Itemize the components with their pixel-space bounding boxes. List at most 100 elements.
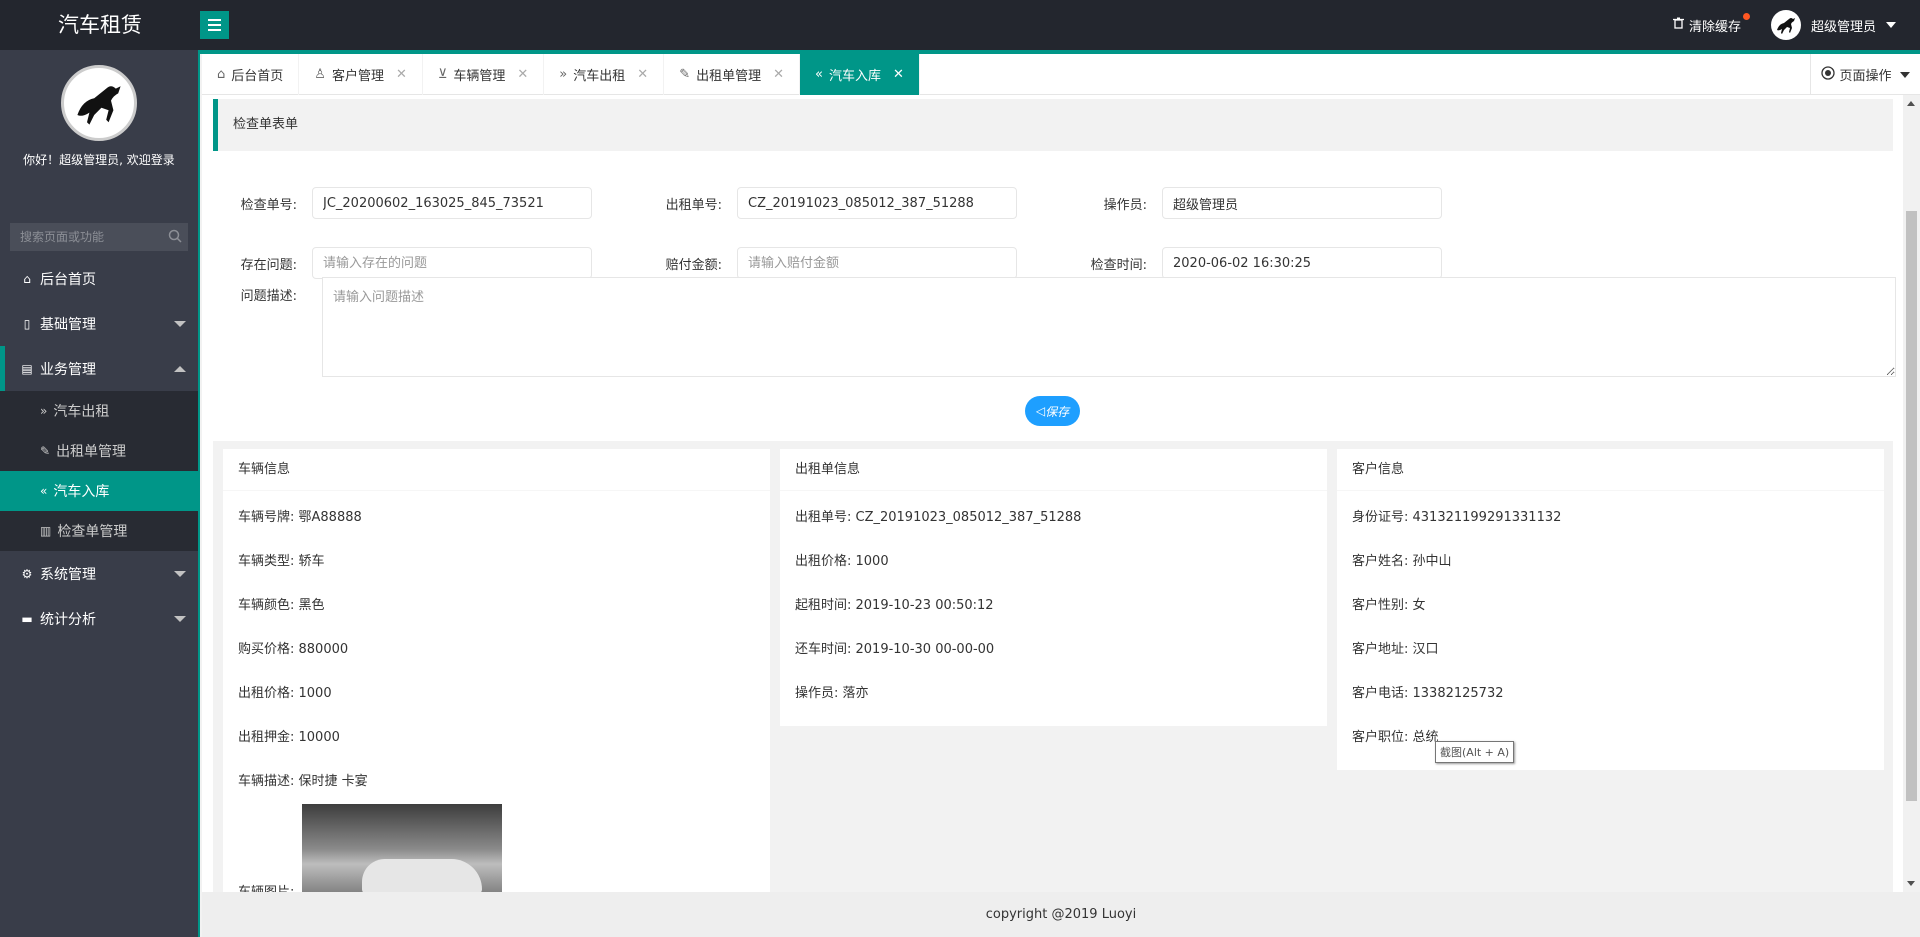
chevron-down-icon	[1886, 22, 1896, 28]
double-right-icon: »	[559, 67, 568, 82]
form-row-2: 存在问题: 赔付金额: 检查时间:	[202, 247, 1442, 279]
page-operations-button[interactable]: 页面操作	[1810, 54, 1920, 95]
search-icon[interactable]	[168, 229, 182, 247]
operator-field[interactable]	[1162, 187, 1442, 219]
welcome-text: 你好！超级管理员, 欢迎登录	[23, 153, 175, 167]
close-icon[interactable]: ✕	[396, 67, 407, 82]
info-row: 出租押金: 10000	[238, 730, 340, 745]
card-title: 出租单信息	[780, 449, 1327, 491]
tab-label: 汽车入库	[828, 69, 881, 84]
vertical-scrollbar[interactable]	[1903, 95, 1920, 892]
info-cards: 车辆信息 车辆号牌: 鄂A88888 车辆类型: 轿车 车辆颜色: 黑色 购买价…	[213, 441, 1893, 892]
tab-car-return[interactable]: « 汽车入库 ✕	[800, 54, 920, 95]
info-row: 车辆号牌: 鄂A88888	[238, 510, 362, 525]
clear-cache-label: 清除缓存	[1688, 19, 1741, 35]
desc-label: 问题描述:	[240, 289, 297, 304]
sidebar-item-label: 出租单管理	[56, 444, 127, 460]
sidebar-item-label: 汽车出租	[53, 404, 110, 420]
chevron-down-icon	[174, 616, 186, 622]
page-operations-label: 页面操作	[1839, 69, 1892, 84]
cart-icon: ⊻	[437, 67, 448, 82]
tab-car-rent[interactable]: » 汽车出租 ✕	[544, 54, 665, 95]
form-row-1: 检查单号: 出租单号: 操作员:	[202, 187, 1442, 219]
sidebar-item-home[interactable]: ⌂ 后台首页	[0, 256, 198, 301]
close-icon[interactable]: ✕	[517, 67, 528, 82]
info-row: 出租价格: 1000	[238, 686, 332, 701]
card-title: 车辆信息	[223, 449, 770, 491]
notification-dot	[1742, 12, 1750, 20]
close-icon[interactable]: ✕	[893, 67, 904, 82]
sidebar: 你好！超级管理员, 欢迎登录 ⌂ 后台首页 ▯ 基础管理 ▤ 业务管理 » 汽车…	[0, 50, 200, 937]
pay-field[interactable]	[737, 247, 1017, 279]
sidebar-item-business[interactable]: ▤ 业务管理	[0, 346, 198, 391]
rent-info-card: 出租单信息 出租单号: CZ_20191023_085012_387_51288…	[780, 449, 1327, 726]
home-icon: ⌂	[23, 271, 31, 286]
sidebar-item-car-rent[interactable]: » 汽车出租	[0, 391, 198, 431]
double-right-icon: »	[40, 404, 48, 418]
check-no-field[interactable]	[312, 187, 592, 219]
target-icon	[1821, 65, 1836, 84]
sidebar-item-label: 业务管理	[40, 361, 96, 378]
sidebar-search	[10, 223, 188, 251]
edit-icon: ✎	[679, 67, 691, 82]
book-icon: ▥	[40, 524, 52, 538]
desc-field[interactable]	[322, 277, 1896, 377]
sidebar-item-system[interactable]: ⚙ 系统管理	[0, 551, 198, 596]
scrollbar-thumb[interactable]	[1906, 211, 1917, 801]
sidebar-item-check-orders[interactable]: ▥ 检查单管理	[0, 511, 198, 551]
info-row: 车辆类型: 轿车	[238, 554, 325, 569]
close-icon[interactable]: ✕	[637, 67, 648, 82]
chart-icon: ▬	[21, 611, 33, 626]
tab-home[interactable]: ⌂ 后台首页	[202, 54, 300, 95]
tab-label: 后台首页	[231, 69, 284, 84]
sidebar-item-label: 检查单管理	[57, 524, 128, 540]
tab-rent-orders[interactable]: ✎ 出租单管理 ✕	[664, 54, 801, 95]
close-icon[interactable]: ✕	[773, 67, 784, 82]
sidebar-item-label: 汽车入库	[53, 484, 110, 500]
screenshot-tooltip: 截图(Alt + A)	[1435, 741, 1515, 763]
save-button[interactable]: ◁ 保存	[1025, 396, 1080, 426]
info-row: 出租单号: CZ_20191023_085012_387_51288	[795, 510, 1082, 525]
menu-toggle-button[interactable]	[200, 11, 229, 39]
clear-cache-button[interactable]: 清除缓存	[1672, 12, 1750, 35]
scroll-up-icon[interactable]	[1907, 101, 1915, 106]
chevron-down-icon	[174, 571, 186, 577]
tab-label: 出租单管理	[696, 69, 762, 84]
info-row: 还车时间: 2019-10-30 00-00-00	[795, 642, 995, 657]
sidebar-item-stats[interactable]: ▬ 统计分析	[0, 596, 198, 641]
content-panel: 检查单表单 检查单号: 出租单号: 操作员: 存在问题: 赔付金额: 检查时间:…	[202, 95, 1920, 892]
rent-no-label: 出租单号:	[665, 197, 722, 213]
business-submenu: » 汽车出租 ✎ 出租单管理 « 汽车入库 ▥ 检查单管理	[0, 391, 198, 551]
sidebar-item-basic[interactable]: ▯ 基础管理	[0, 301, 198, 346]
double-left-icon: «	[815, 67, 823, 82]
tab-label: 车辆管理	[453, 69, 506, 84]
operator-label: 操作员:	[1103, 197, 1147, 213]
business-icon: ▤	[21, 361, 33, 376]
tab-customers[interactable]: ♙ 客户管理 ✕	[299, 54, 423, 95]
sidebar-item-label: 后台首页	[40, 271, 96, 288]
save-label: 保存	[1045, 404, 1070, 419]
pay-label: 赔付金额:	[665, 257, 722, 273]
section-title: 检查单表单	[213, 99, 1893, 151]
check-time-field[interactable]	[1162, 247, 1442, 279]
sidebar-item-car-return[interactable]: « 汽车入库	[0, 471, 198, 511]
chevron-down-icon	[174, 321, 186, 327]
profile-avatar	[61, 65, 137, 141]
info-row: 身份证号: 431321199291331132	[1352, 510, 1562, 525]
tab-cars[interactable]: ⊻ 车辆管理 ✕	[423, 54, 545, 95]
main-area: ⌂ 后台首页 ♙ 客户管理 ✕ ⊻ 车辆管理 ✕ » 汽车出租 ✕ ✎ 出租单管…	[202, 54, 1920, 937]
sidebar-item-label: 统计分析	[40, 611, 96, 628]
problem-field[interactable]	[312, 247, 592, 279]
sidebar-item-label: 系统管理	[40, 566, 96, 583]
sidebar-item-rent-orders[interactable]: ✎ 出租单管理	[0, 431, 198, 471]
info-row: 操作员: 落亦	[795, 686, 869, 701]
info-row: 出租价格: 1000	[795, 554, 889, 569]
rent-no-field[interactable]	[737, 187, 1017, 219]
info-row: 客户电话: 13382125732	[1352, 686, 1504, 701]
scroll-down-icon[interactable]	[1907, 881, 1915, 886]
user-menu[interactable]: 超级管理员	[1770, 10, 1896, 40]
avatar	[1770, 10, 1801, 40]
double-left-icon: «	[40, 484, 48, 498]
user-icon: ♙	[314, 67, 326, 82]
search-input[interactable]	[10, 223, 188, 251]
